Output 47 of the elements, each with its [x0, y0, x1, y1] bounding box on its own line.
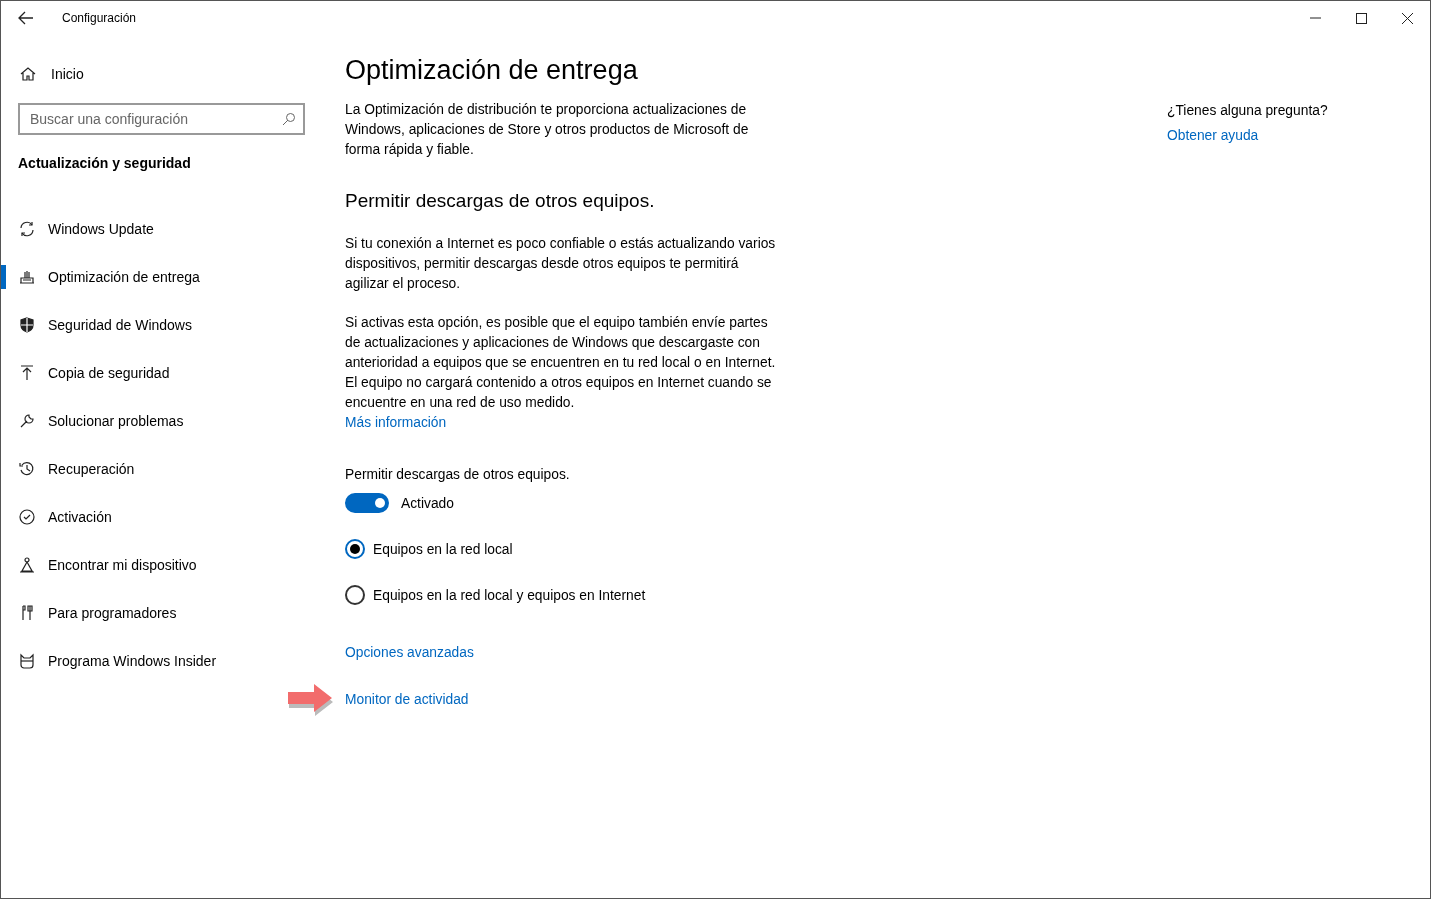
- back-arrow-icon: [18, 11, 34, 25]
- help-link[interactable]: Obtener ayuda: [1167, 126, 1328, 146]
- upload-icon: [18, 364, 36, 382]
- tray-icon: [18, 268, 36, 286]
- home-icon: [19, 65, 37, 83]
- sidebar-item[interactable]: Encontrar mi dispositivo: [1, 541, 327, 589]
- radio-button[interactable]: [345, 539, 365, 559]
- sidebar-item[interactable]: Seguridad de Windows: [1, 301, 327, 349]
- advanced-options-link[interactable]: Opciones avanzadas: [345, 645, 474, 660]
- radio-option[interactable]: Equipos en la red local y equipos en Internet: [345, 585, 646, 605]
- history-icon: [18, 460, 36, 478]
- search-icon: [282, 112, 296, 126]
- intro-text: La Optimización de distribución te proporciona actualizaciones de Windows, aplicaciones de Store y otros productos de Microsoft de forma rápida y fiable.: [345, 101, 750, 159]
- help-question: ¿Tienes alguna pregunta?: [1167, 103, 1328, 118]
- sidebar-item[interactable]: Programa Windows Insider: [1, 637, 327, 685]
- shield-icon: [18, 316, 36, 334]
- arrow-icon: [287, 683, 335, 717]
- maximize-icon: [1355, 12, 1367, 24]
- refresh-icon: [18, 220, 36, 238]
- minimize-icon: [1309, 17, 1321, 19]
- section-title: Permitir descargas de otros equipos.: [345, 190, 656, 212]
- section-heading: Actualización y seguridad: [17, 155, 192, 171]
- sidebar-item[interactable]: Solucionar problemas: [1, 397, 327, 445]
- toggle-switch[interactable]: [345, 493, 389, 513]
- sidebar-item[interactable]: Recuperación: [1, 445, 327, 493]
- close-icon: [1401, 12, 1413, 24]
- description-text: Si tu conexión a Internet es poco confiable o estás actualizando varios dispositivos, permitir descargas desde otros equipos te permitirá agilizar el proceso.: [345, 235, 777, 293]
- check-circle-icon: [18, 508, 36, 526]
- person-pin-icon: [18, 556, 36, 574]
- sidebar-item[interactable]: Activación: [1, 493, 327, 541]
- wrench-icon: [18, 412, 36, 430]
- sidebar-item[interactable]: Para programadores: [1, 589, 327, 637]
- radio-option[interactable]: Equipos en la red local: [345, 539, 513, 559]
- search-field[interactable]: Buscar una configuración: [18, 103, 305, 135]
- home-nav-item[interactable]: Inicio: [1, 55, 90, 93]
- sidebar-item[interactable]: Copia de seguridad: [1, 349, 327, 397]
- toggle-state: Activado: [401, 495, 454, 511]
- toggle-label: Permitir descargas de otros equipos.: [345, 466, 571, 484]
- radio-button[interactable]: [345, 585, 365, 605]
- description-text: Si activas esta opción, es posible que el equipo también envíe partes de actualizaciones y aplicaciones de Windows que descargaste con anterioridad a equipos que se encuentren en tu red local o en Internet. El equipo no cargará contenido a otros equipos en Internet cuando se encuentre en una red de uso medido.: [345, 314, 777, 412]
- ninja-cat-icon: [18, 652, 36, 670]
- sidebar-item[interactable]: Optimización de entrega: [1, 253, 327, 301]
- window-title: Configuración: [62, 11, 138, 25]
- activity-monitor-link[interactable]: Monitor de actividad: [345, 690, 469, 710]
- more-info-link[interactable]: Más información: [345, 415, 447, 430]
- page-title: Optimización de entrega: [345, 55, 639, 86]
- sidebar-item[interactable]: Windows Update: [1, 205, 327, 253]
